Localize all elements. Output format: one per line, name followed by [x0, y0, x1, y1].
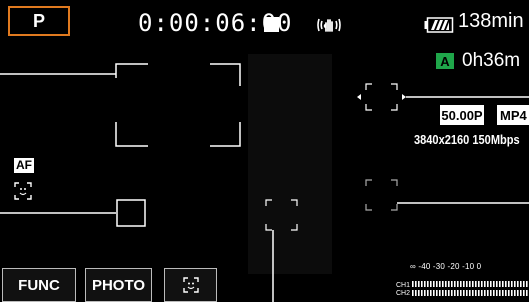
audio-ch2-meter	[412, 290, 529, 296]
photo-button[interactable]: PHOTO	[85, 268, 152, 302]
audio-ch1-meter	[412, 281, 529, 287]
face-detection-button[interactable]	[164, 268, 217, 302]
audio-scale-labels: ∞ -40 -30 -20 -10 0	[410, 262, 482, 271]
af-frame	[115, 63, 241, 147]
touch-af-frame-icon	[116, 199, 146, 227]
overlay-frames	[0, 63, 529, 302]
detection-frame	[365, 179, 398, 211]
audio-level-meter: ∞ -40 -30 -20 -10 0 CH1 CH2	[396, 262, 529, 302]
audio-ch1-label: CH1	[396, 282, 411, 289]
center-frame	[265, 199, 298, 231]
tracking-frame	[365, 83, 398, 111]
face-detection-icon	[182, 277, 199, 293]
func-button[interactable]: FUNC	[2, 268, 76, 302]
camera-viewfinder-screen: P 0:00:06:00 138min A 0h36m 50.00P MP4 3…	[0, 0, 529, 302]
audio-ch2-label: CH2	[396, 290, 411, 297]
